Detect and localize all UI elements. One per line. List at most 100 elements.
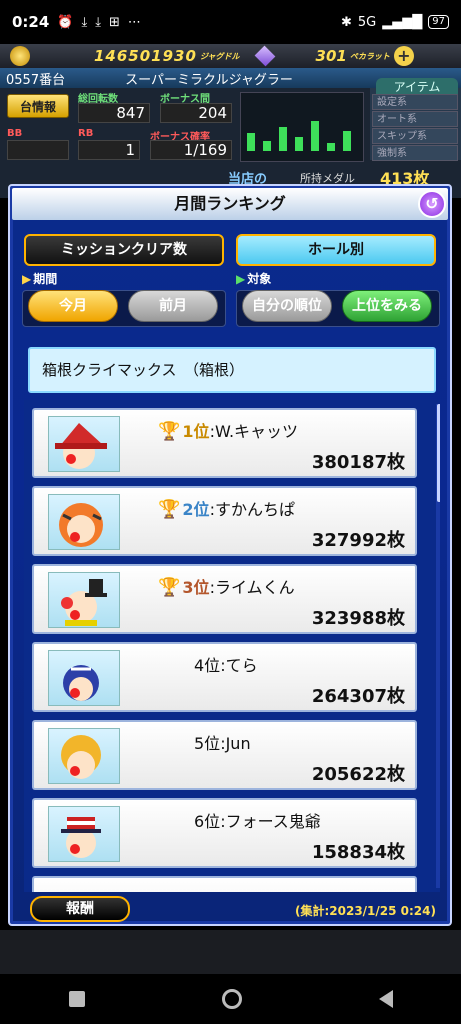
player-name: フォース鬼爺	[225, 812, 321, 831]
bluetooth-icon: ✱	[341, 14, 352, 30]
alarm-icon: ⏰	[57, 14, 74, 30]
graph-bar	[311, 121, 319, 151]
tab-by-hall[interactable]: ホール別	[236, 234, 436, 266]
back-button[interactable]	[378, 990, 393, 1008]
rb-value: 1	[78, 140, 140, 160]
more-dots-icon: ⋯	[127, 14, 141, 30]
coin-icon	[10, 46, 30, 66]
rank-position: 5位	[194, 734, 221, 753]
player-score: 205622枚	[311, 764, 405, 785]
rank-label: 5位:Jun	[194, 734, 251, 753]
download-icon: ⤓	[95, 14, 101, 30]
rank-position: 6位	[194, 812, 221, 831]
gem-icon	[254, 45, 275, 67]
rank-label: 🏆 1位:W.キャッツ	[158, 421, 299, 442]
avatar	[48, 572, 120, 628]
bb-label: BB	[7, 128, 23, 139]
triangle-icon: ▶	[236, 272, 246, 286]
download-icon: ⤓	[81, 14, 88, 30]
item-row-force[interactable]: 強制系	[372, 145, 458, 161]
scroll-thumb[interactable]	[437, 404, 440, 502]
graph-bar	[343, 131, 351, 151]
rank-label: 🏆 3位:ライムくん	[158, 577, 295, 598]
bonus-interval-value: 204	[160, 103, 232, 123]
graph-bar	[295, 137, 303, 151]
total-spins-value: 847	[78, 103, 150, 123]
item-row-auto[interactable]: オート系	[372, 111, 458, 127]
target-top-ranks-button[interactable]: 上位をみる	[342, 290, 432, 322]
close-button[interactable]: ↺	[418, 190, 446, 218]
scrollbar[interactable]	[436, 404, 440, 888]
machine-number: 0557番台	[6, 72, 66, 88]
rank-label: 4位:てら	[194, 656, 258, 675]
monthly-ranking-dialog: 月間ランキング ↺ ミッションクリア数 ホール別 ▶ 期間 今月 前月 ▶ 対象 自…	[8, 184, 452, 926]
rank-position: 3位	[182, 578, 210, 597]
rank-label: 🏆 2位:すかんちぱ	[158, 499, 295, 520]
player-name: すかんちぱ	[214, 500, 295, 519]
pearls-value: 301	[315, 47, 347, 65]
triangle-icon: ▶	[22, 272, 32, 286]
credits-value: 146501930	[94, 47, 197, 65]
player-name: てら	[225, 656, 258, 675]
ranking-row-2[interactable]: 🏆 2位:すかんちぱ 327992枚	[32, 486, 417, 556]
home-button[interactable]	[221, 989, 242, 1009]
clock: 0:24	[12, 13, 50, 31]
rb-label: RB	[78, 128, 94, 139]
background-strip	[0, 930, 461, 974]
avatar	[48, 494, 120, 550]
ranking-row-7[interactable]	[32, 876, 417, 892]
plus-box-icon: ⊞	[109, 14, 120, 30]
player-name: W.キャッツ	[214, 422, 299, 441]
close-icon: ↺	[425, 194, 439, 213]
ranking-row-4[interactable]: 4位:てら 264307枚	[32, 642, 417, 712]
target-label: ▶ 対象	[236, 270, 271, 287]
item-row-skip[interactable]: スキップ系	[372, 128, 458, 144]
add-currency-button[interactable]: +	[393, 46, 414, 66]
item-row-settings[interactable]: 設定系	[372, 94, 458, 110]
gold-trophy-icon: 🏆	[158, 421, 181, 442]
target-my-rank-button[interactable]: 自分の順位	[242, 290, 332, 322]
graph-bar	[279, 127, 287, 151]
graph-bar	[263, 141, 271, 151]
bb-value	[7, 140, 69, 160]
player-score: 327992枚	[311, 530, 405, 551]
period-last-month-button[interactable]: 前月	[128, 290, 218, 322]
battery-icon: 97	[428, 15, 449, 29]
avatar	[48, 728, 120, 784]
graph-bar	[247, 133, 255, 151]
ranking-list[interactable]: 🏆 1位:W.キャッツ 380187枚 🏆 2位:すかんちぱ 327992枚 🏆…	[24, 400, 440, 892]
hall-name: 箱根クライマックス （箱根）	[28, 347, 436, 393]
ranking-row-3[interactable]: 🏆 3位:ライムくん 323988枚	[32, 564, 417, 634]
graph-bar	[327, 143, 335, 151]
aggregation-timestamp: (集計:2023/1/25 0:24)	[294, 904, 436, 918]
bonus-rate-value: 1/169	[150, 140, 232, 160]
status-bar: 0:24 ⏰ ⤓ ⤓ ⊞ ⋯ ✱ 5G ▂▄▆█ 97	[0, 0, 461, 44]
system-icons: ✱ 5G ▂▄▆█ 97	[341, 15, 449, 30]
credits-unit: ジャグドル	[199, 51, 240, 61]
ranking-row-6[interactable]: 6位:フォース鬼爺 158834枚	[32, 798, 417, 868]
pearls-unit: ペカラット	[349, 51, 390, 61]
player-score: 264307枚	[311, 686, 405, 707]
period-label-text: 期間	[33, 272, 58, 286]
ranking-row-5[interactable]: 5位:Jun 205622枚	[32, 720, 417, 790]
bronze-trophy-icon: 🏆	[158, 577, 181, 598]
avatar	[48, 416, 120, 472]
currency-bar: 146501930 ジャグドル 301 ペカラット +	[0, 44, 461, 68]
player-score: 158834枚	[311, 842, 405, 863]
player-score: 323988枚	[311, 608, 405, 629]
reward-button[interactable]: 報酬	[30, 896, 130, 922]
recents-button[interactable]	[68, 991, 85, 1007]
period-this-month-button[interactable]: 今月	[28, 290, 118, 322]
notification-icons: ⏰ ⤓ ⤓ ⊞ ⋯	[57, 15, 141, 30]
avatar	[48, 806, 120, 862]
rank-position: 2位	[182, 500, 210, 519]
ranking-row-1[interactable]: 🏆 1位:W.キャッツ 380187枚	[32, 408, 417, 478]
avatar	[48, 650, 120, 706]
dialog-title-bar: 月間ランキング ↺	[12, 188, 448, 220]
rank-position: 4位	[194, 656, 221, 675]
player-name: ライムくん	[214, 578, 295, 597]
machine-info-button[interactable]: 台情報	[7, 94, 69, 118]
slump-graph	[240, 92, 364, 162]
target-label-text: 対象	[247, 272, 272, 286]
tab-mission-clear[interactable]: ミッションクリア数	[24, 234, 224, 266]
